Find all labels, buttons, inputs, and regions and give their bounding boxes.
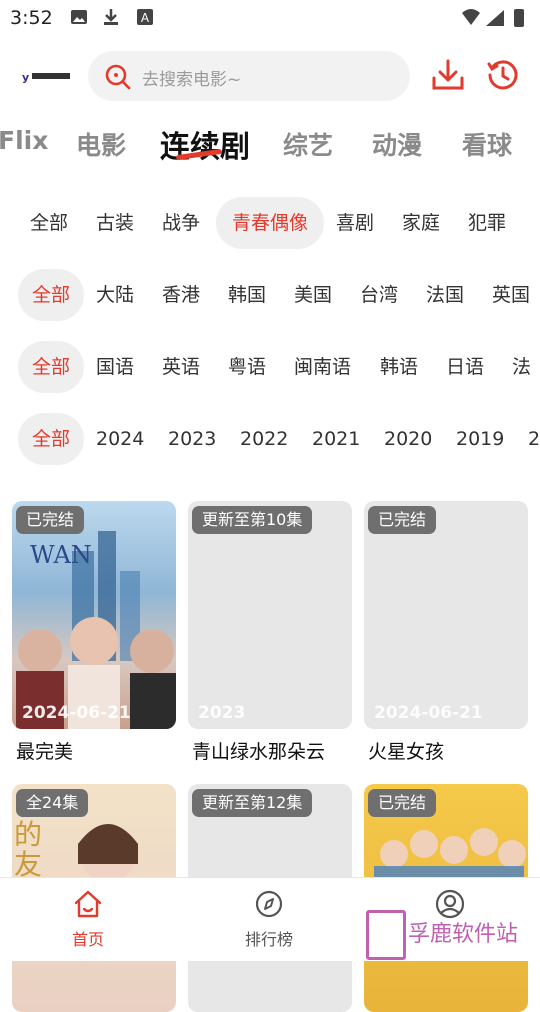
- status-badge: 已完结: [368, 506, 437, 534]
- status-time: 3:52: [10, 7, 53, 29]
- year-chip[interactable]: 2023: [168, 413, 216, 465]
- download-button[interactable]: [431, 58, 465, 92]
- year-chip[interactable]: 2: [528, 413, 540, 465]
- year-chip[interactable]: 2021: [312, 413, 360, 465]
- status-bar: 3:52 A: [0, 0, 540, 36]
- nav-ranking[interactable]: 排行榜: [209, 888, 329, 950]
- tab-sports[interactable]: 看球: [462, 126, 512, 162]
- language-chip[interactable]: 国语: [96, 341, 134, 393]
- language-chip[interactable]: 英语: [162, 341, 200, 393]
- header: y 去搜索电影~: [0, 48, 540, 106]
- year-chip[interactable]: 2019: [456, 413, 504, 465]
- status-badge: 已完结: [368, 789, 437, 817]
- region-chip[interactable]: 台湾: [360, 269, 398, 321]
- region-chip[interactable]: 法国: [426, 269, 464, 321]
- watermark-logo-icon: [366, 910, 406, 960]
- year-filter-row: 全部 2024 2023 2022 2021 2020 2019 2: [0, 413, 540, 465]
- region-chip[interactable]: 英国: [492, 269, 530, 321]
- release-date: 2024-06-21: [374, 703, 483, 723]
- app-logo[interactable]: y: [22, 67, 74, 85]
- watermark: 孚鹿软件站: [366, 910, 536, 960]
- nav-ranking-label: 排行榜: [244, 930, 293, 949]
- font-icon: A: [137, 9, 153, 25]
- year-chip[interactable]: 2024: [96, 413, 144, 465]
- poster-placeholder: 更新至第10集 2023: [188, 501, 352, 729]
- genre-chip[interactable]: 犯罪: [468, 197, 506, 249]
- svg-text:A: A: [141, 11, 150, 25]
- poster-placeholder: 已完结 2024-06-21: [364, 501, 528, 729]
- tab-flix[interactable]: Flix: [0, 126, 48, 155]
- status-badge: 已完结: [16, 506, 85, 534]
- language-chip[interactable]: 法: [512, 341, 531, 393]
- history-button[interactable]: [486, 58, 520, 92]
- genre-chip-selected[interactable]: 青春偶像: [216, 197, 324, 249]
- region-chip[interactable]: 香港: [162, 269, 200, 321]
- search-icon: [105, 64, 131, 90]
- image-icon: [71, 10, 87, 24]
- release-date: 2024-06-21: [22, 703, 131, 723]
- video-title: 青山绿水那朵云: [192, 741, 326, 763]
- genre-chip[interactable]: 喜剧: [336, 197, 374, 249]
- svg-text:WAN: WAN: [30, 541, 92, 569]
- genre-chip[interactable]: 古装: [96, 197, 134, 249]
- language-chip-selected[interactable]: 全部: [18, 341, 84, 393]
- wifi-icon: [462, 9, 480, 25]
- genre-filter-row: 全部 古装 战争 青春偶像 喜剧 家庭 犯罪: [0, 197, 540, 249]
- nav-home[interactable]: 首页: [28, 888, 148, 950]
- genre-chip[interactable]: 家庭: [402, 197, 440, 249]
- region-chip[interactable]: 美国: [294, 269, 332, 321]
- genre-chip[interactable]: 全部: [30, 197, 68, 249]
- home-icon: [74, 890, 102, 918]
- poster-artwork: WAN: [16, 531, 176, 729]
- svg-text:的: 的: [14, 818, 42, 851]
- region-chip[interactable]: 大陆: [96, 269, 134, 321]
- tab-anime[interactable]: 动漫: [372, 126, 422, 162]
- tab-series[interactable]: 连续剧: [160, 122, 250, 166]
- download-status-icon: [104, 9, 118, 25]
- language-chip[interactable]: 日语: [446, 341, 484, 393]
- year-chip-selected[interactable]: 全部: [18, 413, 84, 465]
- video-title: 最完美: [16, 741, 74, 763]
- status-badge: 更新至第10集: [192, 506, 313, 534]
- tab-variety[interactable]: 综艺: [283, 126, 333, 162]
- region-chip[interactable]: 韩国: [228, 269, 266, 321]
- signal-icon: [486, 10, 504, 26]
- battery-icon: [514, 9, 524, 27]
- status-badge: 全24集: [16, 789, 89, 817]
- watermark-text: 孚鹿软件站: [408, 922, 519, 947]
- status-right-icons: [462, 9, 524, 27]
- genre-chip[interactable]: 战争: [162, 197, 200, 249]
- language-chip[interactable]: 粤语: [228, 341, 266, 393]
- compass-icon: [255, 890, 283, 918]
- status-badge: 更新至第12集: [192, 789, 313, 817]
- language-chip[interactable]: 闽南语: [294, 341, 351, 393]
- region-chip-selected[interactable]: 全部: [18, 269, 84, 321]
- year-chip[interactable]: 2020: [384, 413, 432, 465]
- tab-movies[interactable]: 电影: [76, 126, 126, 162]
- search-placeholder: 去搜索电影~: [142, 70, 242, 90]
- nav-home-label: 首页: [71, 930, 104, 949]
- category-tabs: Flix 电影 连续剧 综艺 动漫 看球: [0, 126, 540, 176]
- year-chip[interactable]: 2022: [240, 413, 288, 465]
- search-bar[interactable]: 去搜索电影~: [88, 51, 410, 101]
- language-filter-row: 全部 国语 英语 粤语 闽南语 韩语 日语 法: [0, 341, 540, 393]
- region-filter-row: 全部 大陆 香港 韩国 美国 台湾 法国 英国: [0, 269, 540, 321]
- poster-image: WAN 已完结 2024-06-21: [12, 501, 176, 729]
- video-title: 火星女孩: [368, 741, 445, 763]
- release-date: 2023: [198, 703, 246, 723]
- language-chip[interactable]: 韩语: [380, 341, 418, 393]
- svg-text:y: y: [22, 71, 29, 84]
